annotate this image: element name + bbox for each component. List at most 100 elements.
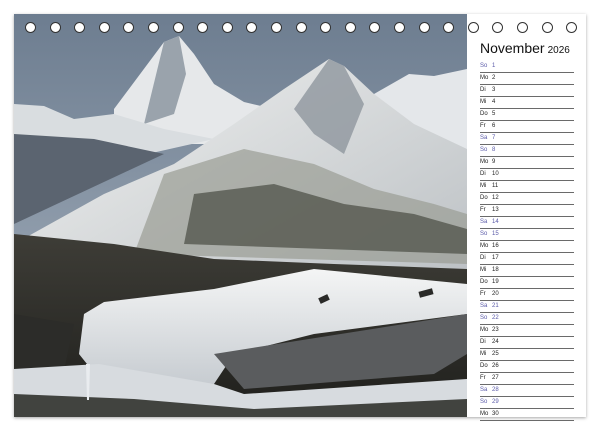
weekday-label: Di	[480, 339, 486, 345]
day-row: Do 12	[480, 193, 574, 205]
month-year: 2026	[547, 45, 570, 56]
day-number: 10	[492, 171, 499, 177]
day-number: 6	[492, 123, 496, 129]
day-number: 8	[492, 147, 496, 153]
binding-ring	[295, 22, 307, 33]
binding-ring	[517, 22, 528, 33]
day-row: Sa 21	[480, 301, 574, 313]
binding-ring	[566, 22, 578, 33]
month-title: November 2026	[480, 40, 570, 56]
day-number: 16	[492, 243, 499, 249]
weekday-label: Sa	[480, 219, 488, 225]
day-number: 7	[492, 135, 496, 141]
weekday-label: Sa	[480, 135, 488, 141]
weekday-label: Mo	[480, 243, 489, 249]
day-row: So 29	[480, 397, 574, 409]
binding-ring	[369, 22, 381, 33]
binding-ring	[49, 22, 61, 33]
weekday-label: Sa	[480, 387, 488, 393]
binding-ring	[541, 22, 553, 33]
day-number: 25	[492, 351, 499, 357]
day-number: 24	[492, 339, 499, 345]
day-number: 21	[492, 303, 499, 309]
weekday-label: Sa	[480, 303, 488, 309]
mountain-photo	[14, 14, 467, 417]
day-row: Do 19	[480, 277, 574, 289]
day-row: Sa 14	[480, 217, 574, 229]
weekday-label: Do	[480, 279, 488, 285]
day-number: 23	[492, 327, 499, 333]
day-number: 15	[492, 231, 499, 237]
day-list: So 1 Mo 2 Di 3 Mi 4 Do 5 Fr 6 Sa 7 So 8 Mo 9 Di 10 Mi 11 Do 12 F…	[480, 61, 574, 421]
day-row: Mi 11	[480, 181, 574, 193]
day-row: Fr 13	[480, 205, 574, 217]
month-name: November	[480, 40, 545, 56]
weekday-label: So	[480, 399, 488, 405]
day-row: Fr 27	[480, 373, 574, 385]
day-row: Sa 28	[480, 385, 574, 397]
weekday-label: Mo	[480, 411, 489, 417]
binding-ring	[246, 22, 258, 33]
binding-ring	[492, 22, 504, 33]
weekday-label: Mi	[480, 351, 487, 357]
day-number: 3	[492, 87, 496, 93]
day-number: 27	[492, 375, 499, 381]
day-row: Mi 25	[480, 349, 574, 361]
day-number: 30	[492, 411, 499, 417]
weekday-label: Do	[480, 195, 488, 201]
day-number: 17	[492, 255, 499, 261]
day-row: Di 24	[480, 337, 574, 349]
binding-ring	[344, 22, 356, 33]
day-number: 9	[492, 159, 496, 165]
binding-ring	[172, 22, 184, 33]
day-number: 18	[492, 267, 499, 273]
weekday-label: Fr	[480, 207, 486, 213]
binding-ring	[418, 22, 430, 33]
weekday-label: Mi	[480, 183, 487, 189]
day-row: Mo 2	[480, 73, 574, 85]
binding-ring	[148, 22, 159, 33]
day-number: 13	[492, 207, 499, 213]
day-row: Mo 23	[480, 325, 574, 337]
weekday-label: Di	[480, 255, 486, 261]
day-row: Mo 30	[480, 409, 574, 421]
day-number: 28	[492, 387, 499, 393]
binding-ring	[320, 22, 332, 33]
day-number: 1	[492, 63, 496, 69]
day-row: Fr 6	[480, 121, 574, 133]
weekday-label: Di	[480, 87, 486, 93]
day-number: 26	[492, 363, 499, 369]
day-row: Mi 4	[480, 97, 574, 109]
weekday-label: Do	[480, 111, 488, 117]
weekday-label: Do	[480, 363, 488, 369]
weekday-label: Di	[480, 171, 486, 177]
binding-ring	[197, 22, 209, 33]
binding-ring	[271, 22, 282, 33]
day-number: 4	[492, 99, 496, 105]
day-row: Mo 16	[480, 241, 574, 253]
binding-ring	[221, 22, 233, 33]
weekday-label: Fr	[480, 291, 486, 297]
day-row: Di 17	[480, 253, 574, 265]
weekday-label: Mo	[480, 75, 489, 81]
day-row: Mo 9	[480, 157, 574, 169]
weekday-label: So	[480, 315, 488, 321]
binding-ring	[394, 22, 405, 33]
binding-ring	[443, 22, 455, 33]
weekday-label: Mi	[480, 99, 487, 105]
day-number: 11	[492, 183, 499, 189]
day-row: So 1	[480, 61, 574, 73]
day-number: 5	[492, 111, 496, 117]
mountain-photo-image	[14, 14, 467, 417]
binding-ring	[123, 22, 135, 33]
day-row: Di 10	[480, 169, 574, 181]
binding-ring	[98, 22, 110, 33]
day-row: Do 5	[480, 109, 574, 121]
weekday-label: So	[480, 63, 488, 69]
day-number: 22	[492, 315, 499, 321]
day-number: 2	[492, 75, 496, 81]
binding-rings	[14, 22, 586, 40]
binding-ring	[467, 22, 479, 33]
day-row: So 8	[480, 145, 574, 157]
day-row: So 22	[480, 313, 574, 325]
